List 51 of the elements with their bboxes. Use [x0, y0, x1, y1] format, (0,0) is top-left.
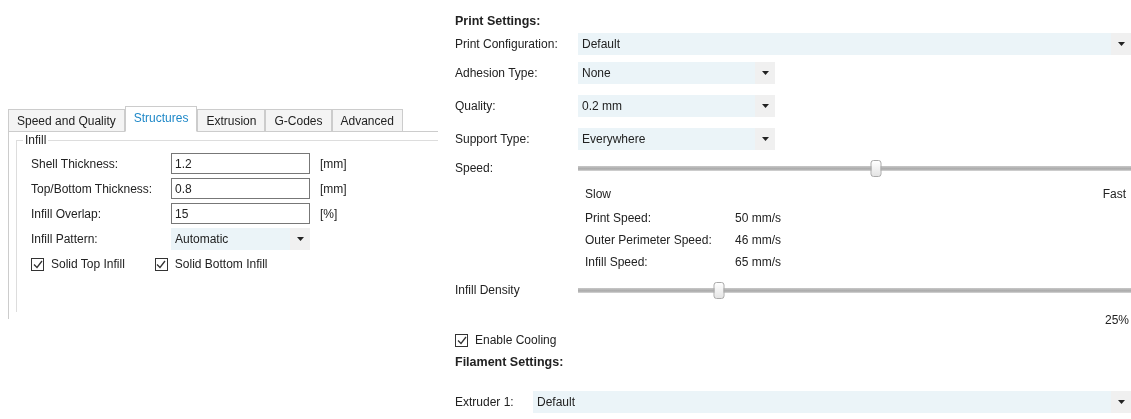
speed-value: 50 mm/s — [735, 211, 781, 225]
field-label: Support Type: — [455, 131, 531, 146]
speed-label: Print Speed: — [585, 211, 653, 225]
checkbox-box[interactable] — [31, 257, 44, 271]
checkmark-icon — [456, 335, 467, 345]
checkbox[interactable]: Solid Bottom Infill — [154, 257, 268, 271]
speed-label: Outer Perimeter Speed: — [585, 233, 713, 247]
unit-label: [mm] — [320, 156, 347, 171]
tab[interactable]: G-Codes — [265, 109, 332, 131]
caret-icon — [761, 70, 769, 75]
checkbox-box[interactable] — [455, 333, 468, 347]
caret-icon — [761, 103, 769, 108]
input-field[interactable]: 1.2 — [171, 153, 310, 174]
unit-label: [%] — [320, 206, 338, 221]
checkmark-icon — [156, 259, 167, 269]
tab[interactable]: Structures — [124, 106, 198, 132]
checkbox-box[interactable] — [154, 257, 168, 271]
section-title: Print Settings: — [455, 13, 542, 30]
speed-value: 46 mm/s — [735, 233, 781, 247]
field-label: Infill Overlap: — [31, 206, 103, 221]
input-field[interactable]: 0.8 — [171, 178, 310, 199]
slider-thumb[interactable] — [870, 159, 882, 177]
unit-label: [mm] — [320, 181, 347, 196]
section-title: Filament Settings: — [455, 354, 565, 371]
caret-icon — [1117, 400, 1125, 404]
tab[interactable]: Speed and Quality — [8, 109, 125, 131]
slider-max-label: Fast — [1102, 187, 1126, 201]
field-label: Shell Thickness: — [31, 156, 120, 171]
group-title: Infill — [23, 133, 49, 147]
speed-label: Infill Speed: — [585, 255, 649, 269]
slider-reading: 25% — [1104, 313, 1129, 327]
field-label: Speed: — [455, 161, 495, 175]
checkmark-icon — [32, 259, 43, 269]
field-label: Infill Pattern: — [31, 231, 99, 246]
slider-thumb[interactable] — [713, 281, 725, 299]
slider-min-label: Slow — [585, 187, 611, 201]
field-label: Quality: — [455, 98, 497, 113]
caret-icon — [296, 236, 304, 241]
field-label: Adhesion Type: — [455, 65, 539, 80]
field-label: Extruder 1: — [455, 394, 515, 411]
tab[interactable]: Extrusion — [197, 109, 266, 131]
checkbox[interactable]: Enable Cooling — [455, 333, 557, 347]
field-label: Infill Density — [455, 283, 521, 297]
field-label: Print Configuration: — [455, 37, 559, 51]
checkbox[interactable]: Solid Top Infill — [31, 257, 125, 271]
caret-icon — [761, 136, 769, 141]
caret-icon — [1117, 42, 1125, 46]
input-field[interactable]: 15 — [171, 203, 310, 224]
tab[interactable]: Advanced — [331, 109, 403, 131]
field-label: Top/Bottom Thickness: — [31, 181, 154, 196]
speed-value: 65 mm/s — [735, 255, 781, 269]
